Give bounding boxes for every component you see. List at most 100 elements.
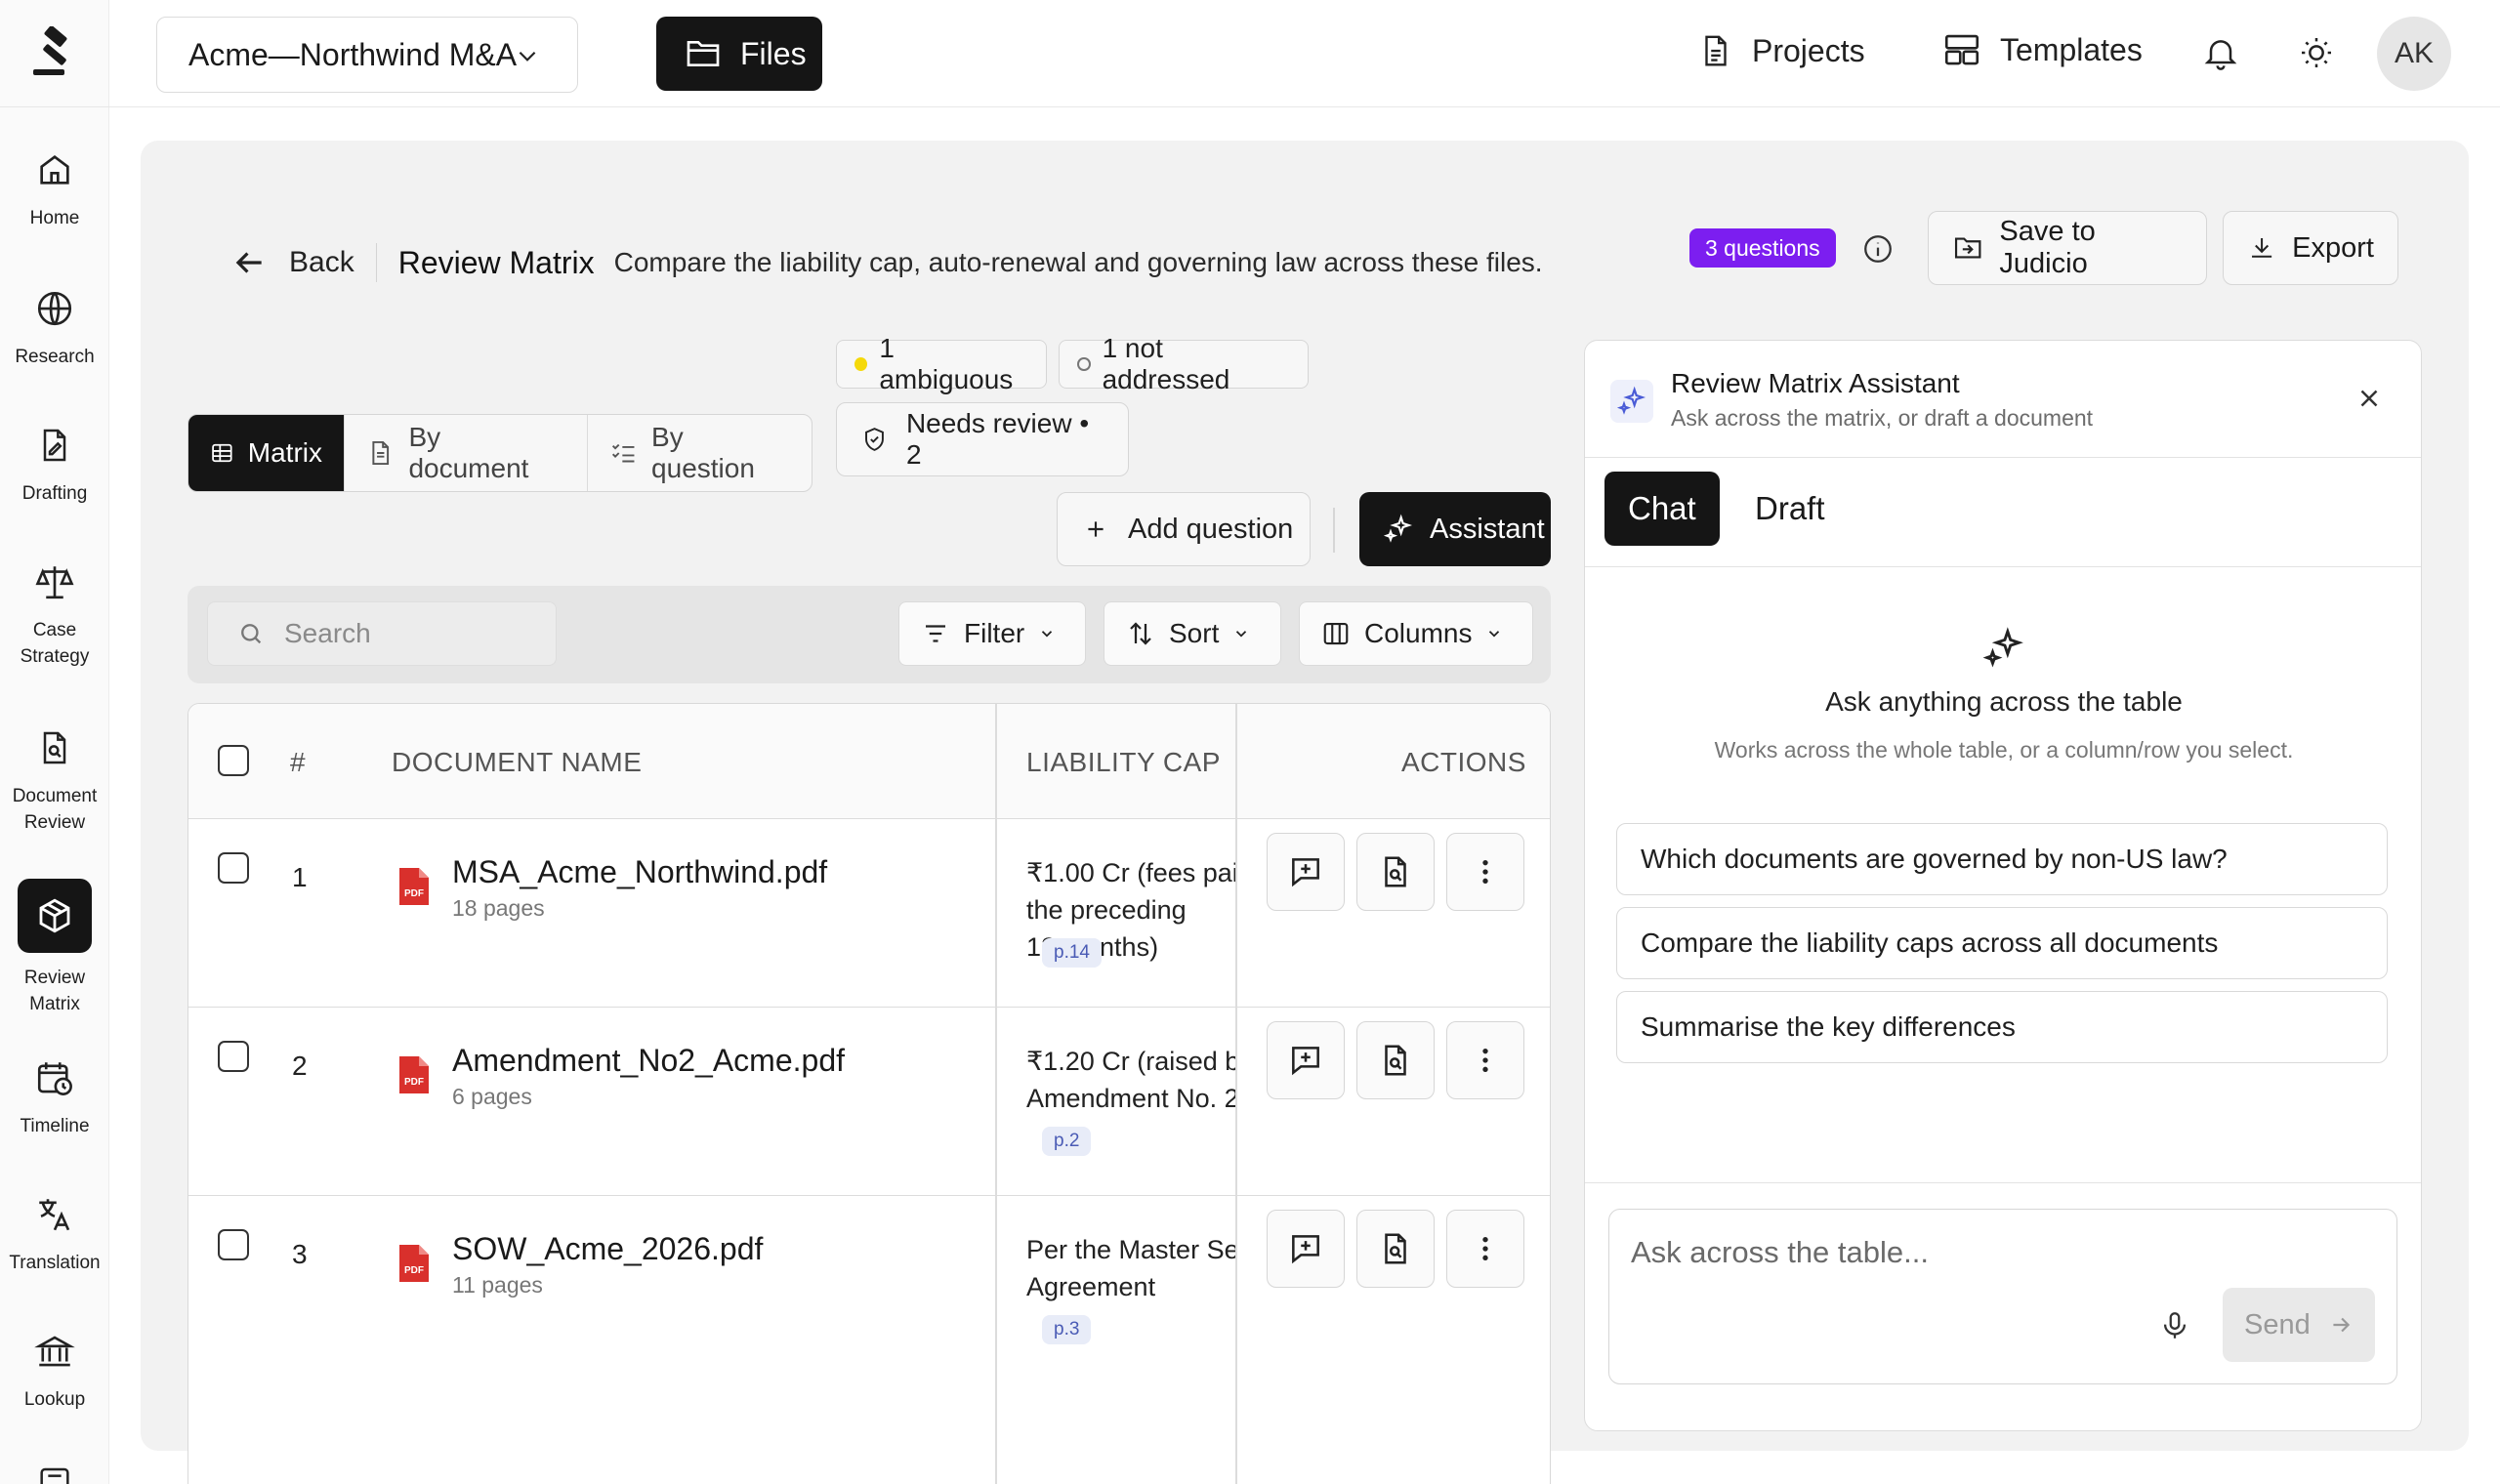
- sidebar-item-drafting[interactable]: Drafting: [0, 422, 109, 507]
- search-input[interactable]: Search: [207, 601, 557, 666]
- avatar[interactable]: AK: [2377, 17, 2451, 91]
- row-checkbox[interactable]: [218, 1229, 249, 1260]
- header-actions: ACTIONS: [1401, 747, 1526, 777]
- suggestion-button[interactable]: Which documents are governed by non-US l…: [1616, 823, 2388, 895]
- row-number: 2: [292, 1051, 308, 1081]
- grid-icon: [212, 443, 232, 463]
- sparkle-icon: [1383, 514, 1413, 543]
- ambiguous-chip[interactable]: 1 ambiguous: [836, 333, 1047, 394]
- document-name[interactable]: Amendment_No2_Acme.pdf: [452, 1043, 845, 1079]
- templates-link[interactable]: Templates: [1941, 29, 2143, 70]
- page-description: Compare the liability cap, auto-renewal …: [613, 247, 1543, 277]
- chevron-down-icon: [1236, 631, 1247, 638]
- suggestion-button[interactable]: Summarise the key differences: [1616, 991, 2388, 1063]
- close-icon[interactable]: [2354, 384, 2384, 413]
- header-liability-cap[interactable]: LIABILITY CAP: [1026, 747, 1221, 778]
- sidebar-item-label: Timeline: [20, 1116, 90, 1136]
- info-icon[interactable]: [1861, 232, 1895, 266]
- page-count: 18 pages: [452, 895, 545, 921]
- svg-text:PDF: PDF: [404, 1265, 424, 1276]
- columns-button[interactable]: Columns: [1299, 601, 1533, 666]
- not-addressed-chip[interactable]: 1 not addressed: [1059, 333, 1309, 394]
- needs-review-chip[interactable]: Needs review • 2: [836, 402, 1129, 476]
- sidebar-item-document-review[interactable]: Document Review: [0, 724, 109, 836]
- table-row[interactable]: 3 PDF SOW_Acme_2026.pdf 11 pages Per the…: [188, 1196, 1550, 1384]
- sidebar-item-translation[interactable]: Translation: [0, 1191, 109, 1276]
- add-comment-button[interactable]: [1267, 833, 1345, 911]
- page-header: Back Review Matrix Compare the liability…: [230, 228, 1543, 297]
- export-button[interactable]: Export: [2223, 211, 2398, 285]
- page-title: Review Matrix: [397, 244, 595, 280]
- shield-check-icon: [865, 428, 884, 451]
- sidebar-item-timeline[interactable]: Timeline: [0, 1054, 109, 1139]
- microphone-icon[interactable]: [2158, 1307, 2191, 1344]
- document-name[interactable]: MSA_Acme_Northwind.pdf: [452, 854, 827, 890]
- sidebar-item-more[interactable]: [0, 1461, 109, 1484]
- sidebar-item-lookup[interactable]: Lookup: [0, 1328, 109, 1413]
- files-label: Files: [740, 35, 807, 71]
- sidebar: Home Research Drafting Case Strategy Doc…: [0, 0, 109, 1484]
- project-select[interactable]: Acme—Northwind M&A: [156, 17, 578, 93]
- tab-by-document-label: By document: [408, 422, 529, 483]
- notifications-bell-icon[interactable]: [2201, 33, 2240, 72]
- add-question-label: Add question: [1128, 513, 1294, 545]
- page-reference-badge[interactable]: p.3: [1042, 1315, 1092, 1344]
- app-logo[interactable]: [0, 0, 109, 107]
- page-reference-badge[interactable]: p.14: [1042, 938, 1102, 968]
- main-panel: Back Review Matrix Compare the liability…: [141, 141, 2469, 1484]
- view-toggle: Matrix By document By question: [188, 414, 812, 492]
- view-document-button[interactable]: [1356, 833, 1435, 911]
- document-search-icon: [1385, 1233, 1406, 1264]
- add-comment-button[interactable]: [1267, 1021, 1345, 1099]
- assistant-input[interactable]: Ask across the table... Send: [1608, 1209, 2397, 1384]
- row-number: 3: [292, 1239, 308, 1269]
- checklist-icon: [611, 443, 635, 463]
- liability-cap-cell[interactable]: Per the Master Services Agreement p.3: [995, 1196, 1235, 1384]
- back-button[interactable]: Back: [230, 244, 354, 281]
- sort-icon: [1130, 622, 1151, 645]
- send-button[interactable]: Send: [2223, 1288, 2375, 1362]
- tab-by-document[interactable]: By document: [345, 415, 588, 491]
- row-checkbox[interactable]: [218, 852, 249, 884]
- comment-plus-icon: [1292, 1047, 1319, 1076]
- tab-draft[interactable]: Draft: [1731, 472, 1849, 546]
- empty-state-subtitle: Works across the whole table, or a colum…: [1714, 737, 2294, 763]
- add-comment-button[interactable]: [1267, 1210, 1345, 1288]
- assistant-label: Assistant: [1430, 513, 1545, 545]
- table-row[interactable]: 2 PDF Amendment_No2_Acme.pdf 6 pages ₹1.…: [188, 1008, 1550, 1196]
- liability-cap-cell[interactable]: ₹1.20 Cr (raised by Amendment No. 2) p.2: [995, 1008, 1235, 1196]
- table-row[interactable]: 1 PDF MSA_Acme_Northwind.pdf 18 pages ₹1…: [188, 819, 1550, 1008]
- add-question-button[interactable]: Add question: [1057, 492, 1311, 566]
- files-button[interactable]: Files: [656, 17, 822, 91]
- sort-button[interactable]: Sort: [1104, 601, 1281, 666]
- view-document-button[interactable]: [1356, 1021, 1435, 1099]
- top-bar: Acme—Northwind M&A Files Projects Templa…: [109, 0, 2500, 107]
- document-name[interactable]: SOW_Acme_2026.pdf: [452, 1231, 763, 1267]
- save-to-judicio-button[interactable]: Save to Judicio: [1928, 211, 2207, 285]
- header-document-name[interactable]: DOCUMENT NAME: [392, 747, 642, 778]
- document-icon: [372, 440, 390, 466]
- sidebar-item-home[interactable]: Home: [0, 146, 109, 231]
- assistant-button[interactable]: Assistant: [1359, 492, 1551, 566]
- projects-link[interactable]: Projects: [1697, 29, 1865, 72]
- theme-sun-icon[interactable]: [2297, 33, 2336, 72]
- sidebar-item-case-strategy[interactable]: Case Strategy: [0, 558, 109, 670]
- sidebar-item-review-matrix[interactable]: Review Matrix: [0, 879, 109, 1017]
- assistant-title: Review Matrix Assistant: [1671, 368, 1960, 398]
- tab-matrix[interactable]: Matrix: [188, 415, 345, 491]
- more-options-button[interactable]: [1446, 833, 1524, 911]
- sidebar-item-research[interactable]: Research: [0, 285, 109, 370]
- liability-cap-cell[interactable]: ₹1.00 Cr (fees paid in the preceding 12 …: [995, 819, 1235, 1008]
- tab-by-question[interactable]: By question: [588, 415, 812, 491]
- suggestion-button[interactable]: Compare the liability caps across all do…: [1616, 907, 2388, 979]
- more-options-button[interactable]: [1446, 1021, 1524, 1099]
- sidebar-item-label: Case Strategy: [20, 620, 90, 667]
- more-options-button[interactable]: [1446, 1210, 1524, 1288]
- filter-button[interactable]: Filter: [898, 601, 1086, 666]
- calendar-clock-icon: [31, 1054, 78, 1101]
- page-reference-badge[interactable]: p.2: [1042, 1127, 1092, 1156]
- row-checkbox[interactable]: [218, 1041, 249, 1072]
- select-all-checkbox[interactable]: [218, 745, 249, 776]
- tab-chat[interactable]: Chat: [1604, 472, 1720, 546]
- view-document-button[interactable]: [1356, 1210, 1435, 1288]
